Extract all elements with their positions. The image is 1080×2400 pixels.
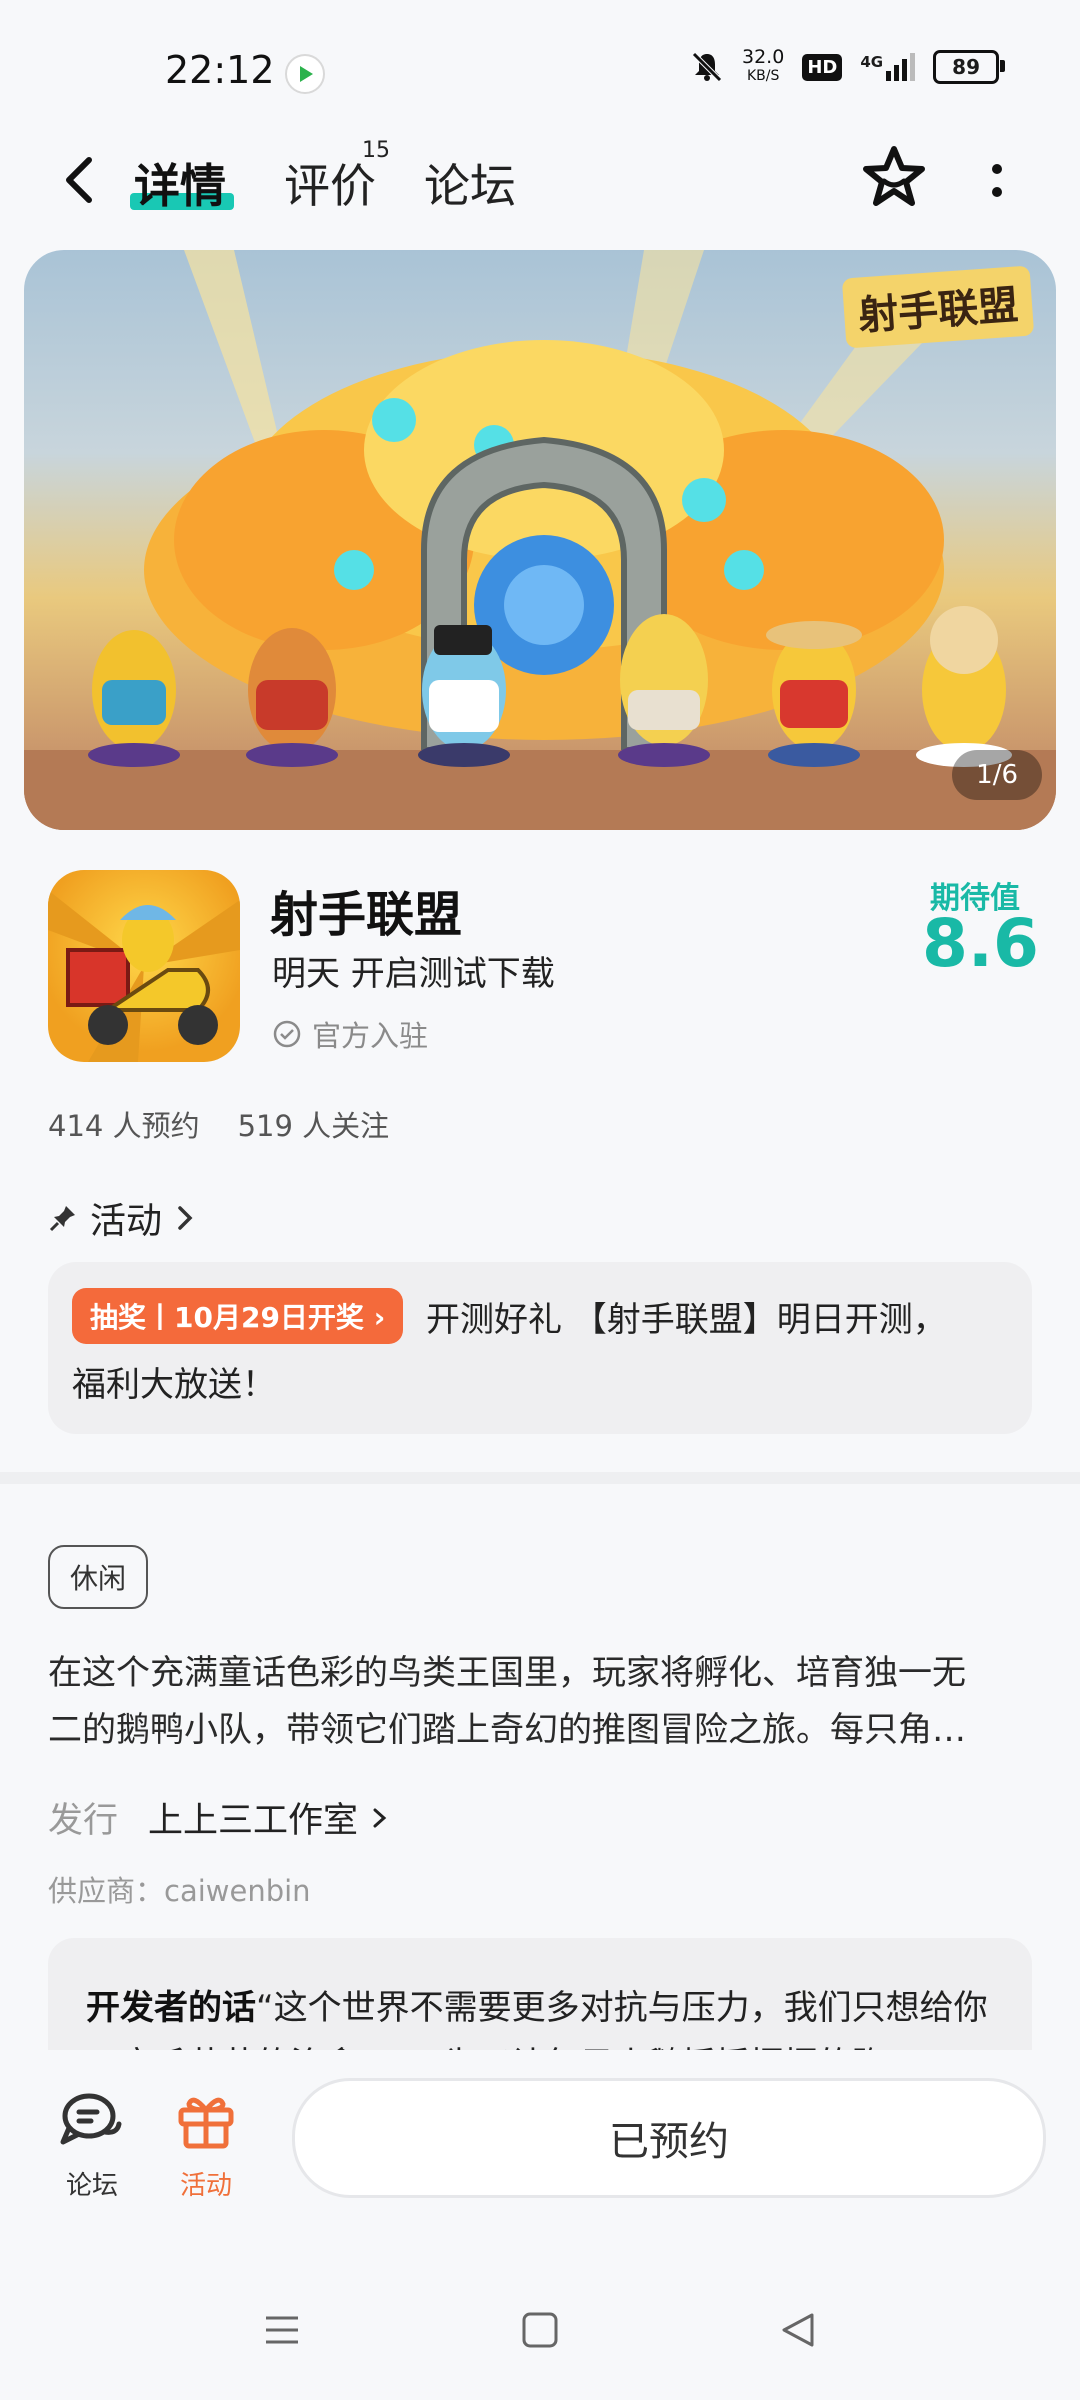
- reserved-button[interactable]: 已预约: [292, 2078, 1046, 2198]
- activity-title: 开测好礼 【射手联盟】明日开测，: [426, 1300, 947, 1340]
- home-square-icon: [522, 2312, 558, 2348]
- tab-details[interactable]: 详情: [134, 150, 226, 216]
- check-circle-icon: [273, 1020, 301, 1048]
- publisher-link[interactable]: 发行 上上三工作室: [48, 1792, 390, 1843]
- carousel-counter: 1/6: [952, 750, 1042, 800]
- chat-bubble-icon: [60, 2093, 122, 2145]
- app-notification-icon: [285, 54, 325, 94]
- screenshot-carousel[interactable]: 射手联盟 1/6: [24, 250, 1056, 830]
- pin-icon: [49, 1206, 75, 1232]
- battery-icon: 89: [933, 50, 1006, 84]
- back-triangle-icon: [782, 2313, 814, 2347]
- favorite-button[interactable]: [860, 143, 928, 211]
- hd-badge: HD: [802, 53, 843, 81]
- game-description[interactable]: 在这个充满童话色彩的鸟类王国里，玩家将孵化、培育独一无 二的鹅鸭小队，带领它们踏…: [48, 1645, 1038, 1759]
- chevron-left-icon: [66, 157, 92, 203]
- review-count-badge: 15: [362, 138, 390, 163]
- star-icon: [863, 146, 925, 206]
- back-button[interactable]: [55, 150, 105, 210]
- bottom-activity-button[interactable]: 活动: [166, 2090, 246, 2202]
- chevron-right-icon: [178, 1206, 193, 1230]
- developer-words: 开发者的话“这个世界不需要更多对抗与压力，我们只想给你一窝毛茸茸的治愈……”为了…: [86, 1988, 988, 2050]
- app-name: 射手联盟: [270, 887, 463, 943]
- chevron-right-icon: ›: [373, 1301, 386, 1334]
- gift-icon: [178, 2097, 234, 2149]
- net-speed: 32.0 KB/S: [742, 46, 785, 85]
- publisher-name: 上上三工作室: [148, 1801, 359, 1841]
- supplier-info: 供应商：caiwenbin: [48, 1874, 311, 1908]
- publisher-label: 发行: [48, 1801, 119, 1841]
- activity-card[interactable]: 抽奖丨10月29日开奖 › 开测好礼 【射手联盟】明日开测， 福利大放送！: [48, 1262, 1032, 1434]
- activity-title-cont: 福利大放送！: [72, 1365, 276, 1405]
- mute-bell-icon: [692, 52, 722, 82]
- menu-icon: [266, 2316, 298, 2344]
- app-stats: 414 人预约 519 人关注: [48, 1103, 389, 1145]
- expectation-score: 8.6: [922, 905, 1039, 982]
- follower-count: 519 人关注: [237, 1109, 390, 1143]
- lottery-badge[interactable]: 抽奖丨10月29日开奖 ›: [72, 1288, 404, 1344]
- bottom-forum-button[interactable]: 论坛: [52, 2090, 132, 2202]
- reservation-count: 414 人预约: [48, 1109, 200, 1143]
- app-icon: [48, 870, 240, 1062]
- more-button[interactable]: [985, 152, 1009, 212]
- signal-icon: 4G: [860, 53, 916, 81]
- system-menu-button[interactable]: [262, 2310, 302, 2354]
- developer-words-card[interactable]: 开发者的话“这个世界不需要更多对抗与压力，我们只想给你一窝毛茸茸的治愈……”为了…: [48, 1938, 1032, 2050]
- app-icon-artwork: [48, 890, 240, 1062]
- system-home-button[interactable]: [520, 2310, 560, 2354]
- game-logo: 射手联盟: [841, 265, 1035, 349]
- chevron-right-icon: [373, 1808, 387, 1827]
- section-divider: [0, 1472, 1080, 1484]
- system-back-button[interactable]: [778, 2310, 818, 2354]
- status-indicators: 32.0 KB/S HD 4G 89: [690, 46, 1006, 86]
- status-time: 22:12: [165, 48, 275, 92]
- app-release-info: 明天 开启测试下载: [272, 954, 555, 994]
- more-vertical-icon: [992, 164, 1002, 197]
- official-badge: 官方入驻: [272, 1013, 428, 1055]
- activity-section-link[interactable]: 活动: [48, 1192, 196, 1244]
- tab-forum[interactable]: 论坛: [424, 150, 516, 216]
- genre-tag[interactable]: 休闲: [48, 1545, 149, 1609]
